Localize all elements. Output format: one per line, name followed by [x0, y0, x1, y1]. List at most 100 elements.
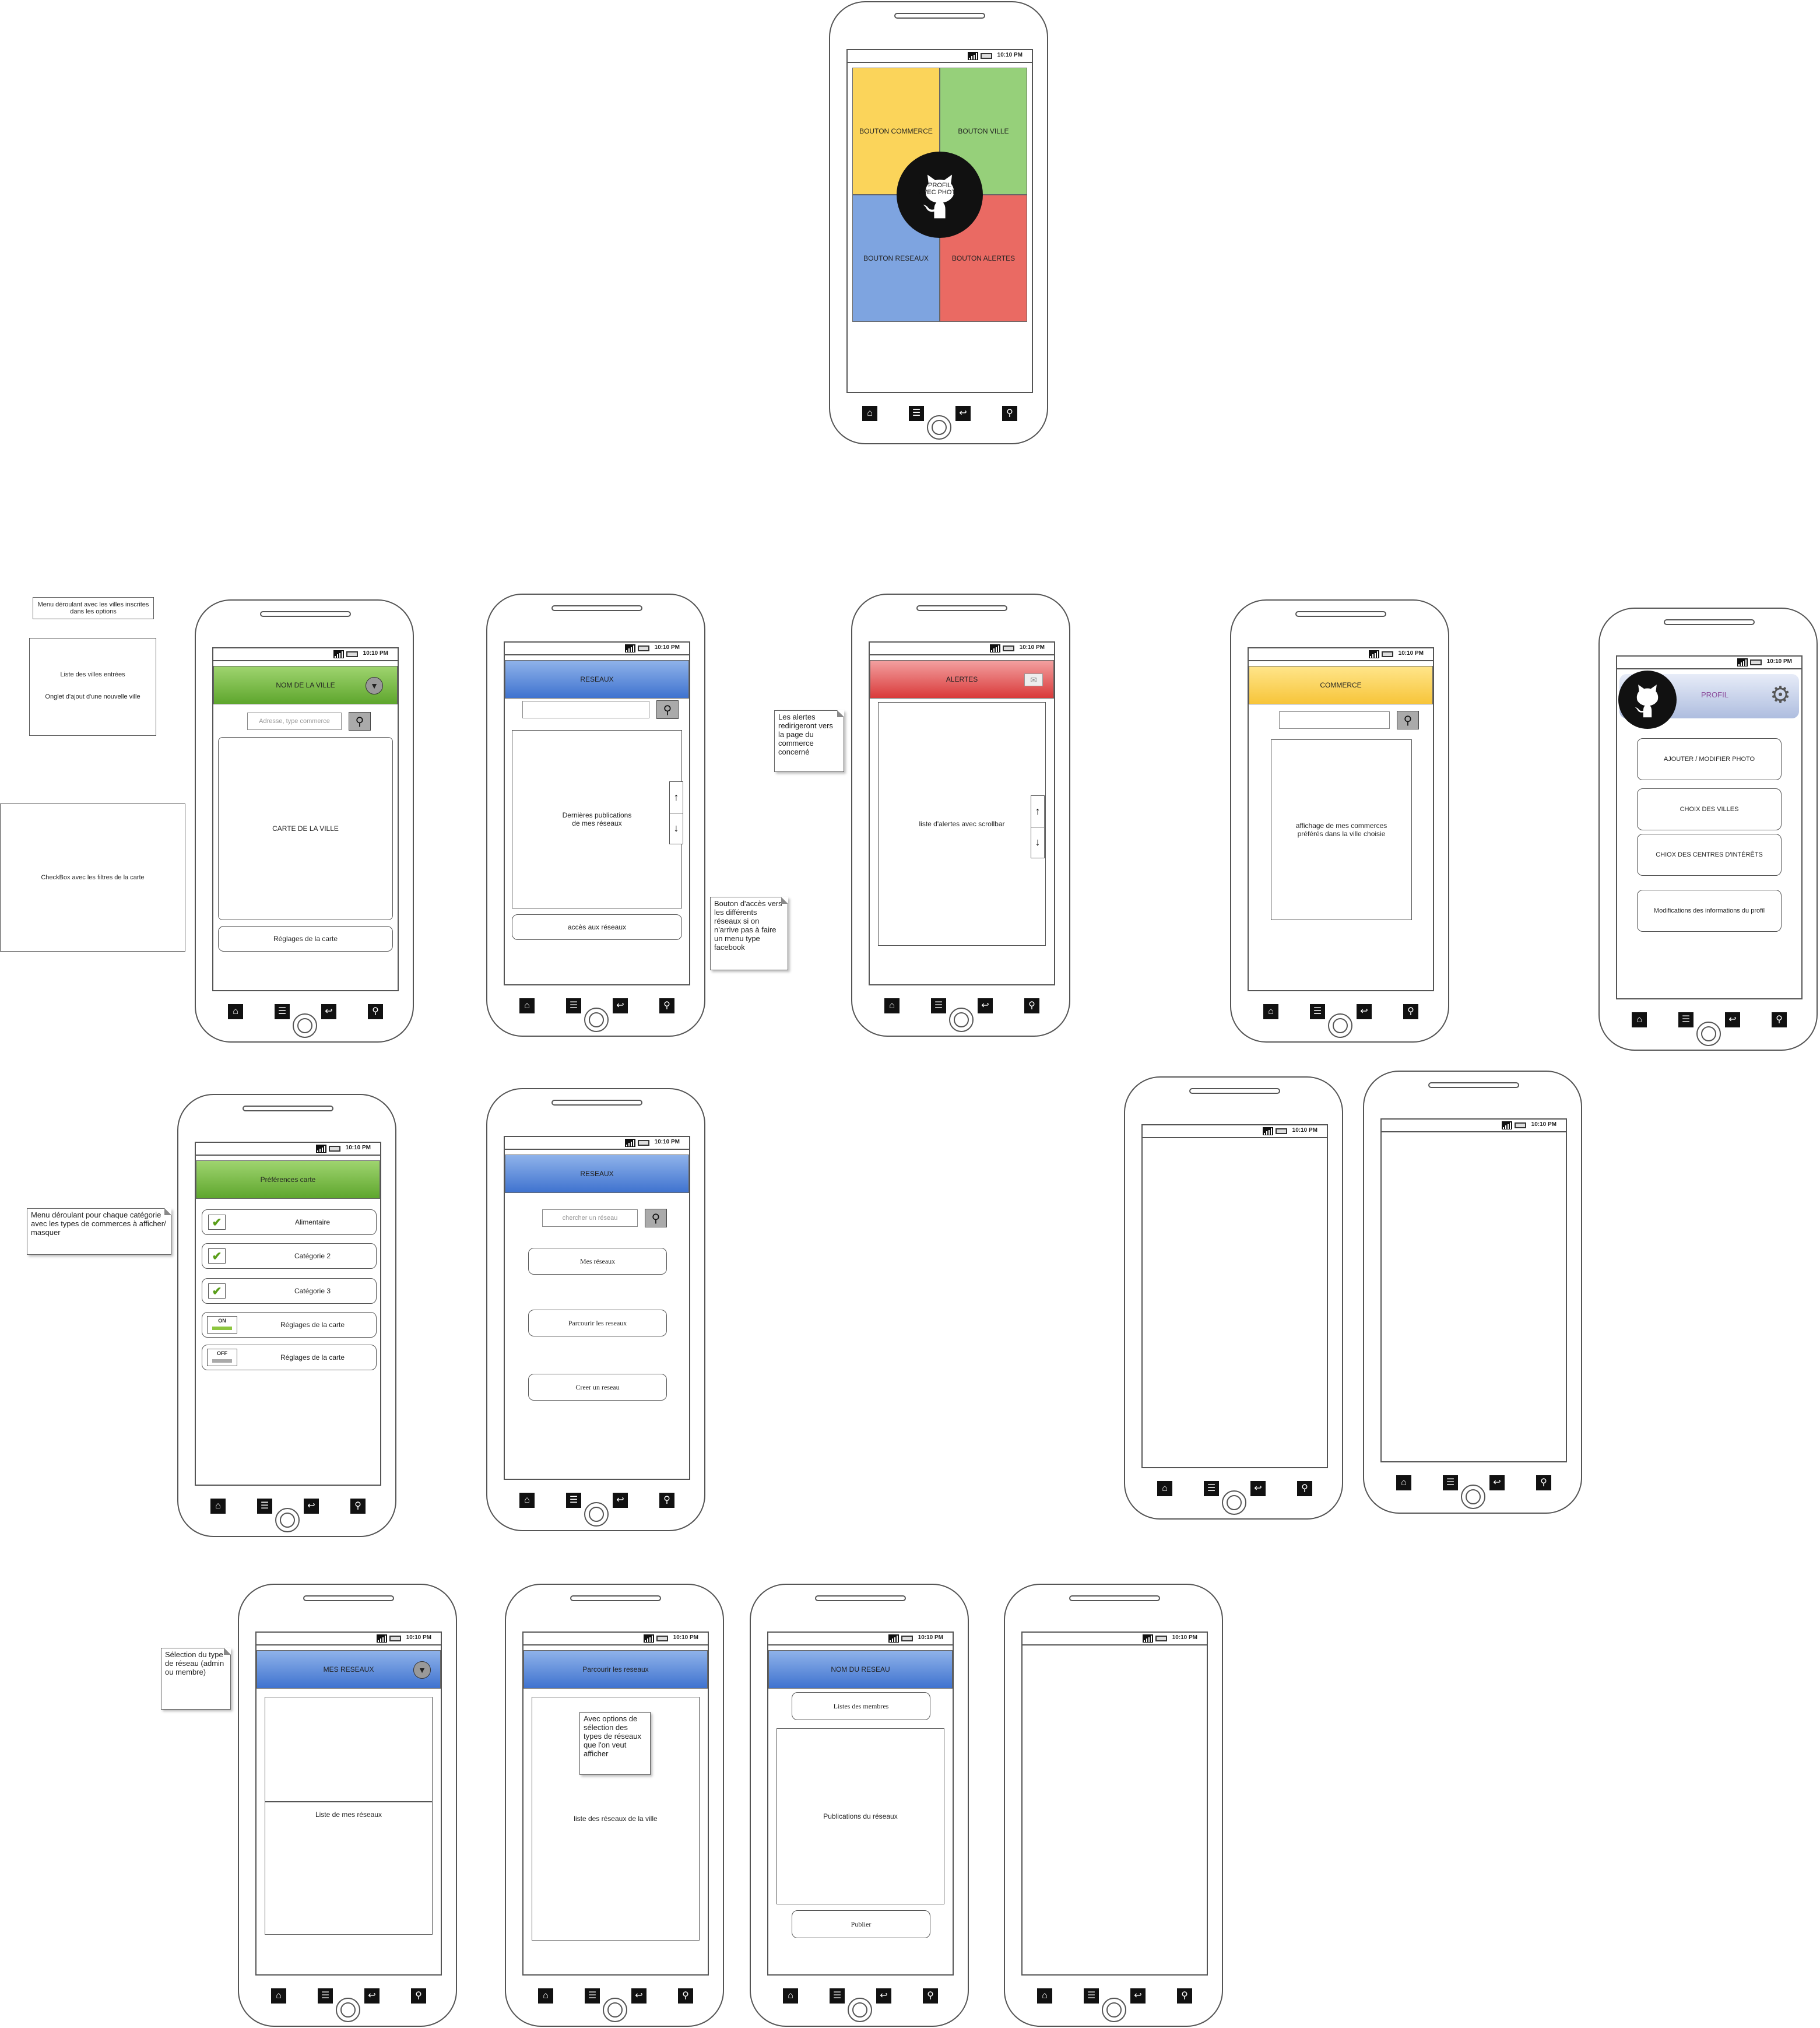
- map-settings-button[interactable]: Réglages de la carte: [218, 926, 393, 952]
- search-icon[interactable]: ⚲: [659, 1493, 674, 1508]
- home-icon[interactable]: ⌂: [538, 1988, 553, 2004]
- search-icon[interactable]: ⚲: [1024, 998, 1039, 1013]
- menu-icon[interactable]: ☰: [1443, 1475, 1458, 1490]
- home-button[interactable]: [848, 1998, 872, 2022]
- back-icon[interactable]: ↩: [876, 1988, 891, 2004]
- home-icon[interactable]: ⌂: [519, 998, 535, 1013]
- toggle-off[interactable]: OFF: [207, 1349, 237, 1366]
- search-icon[interactable]: ⚲: [1002, 406, 1017, 421]
- preference-row[interactable]: OFF Réglages de la carte: [202, 1345, 377, 1370]
- home-button[interactable]: [275, 1508, 300, 1532]
- back-icon[interactable]: ↩: [631, 1988, 647, 2004]
- home-button[interactable]: [1222, 1490, 1246, 1515]
- search-icon[interactable]: ⚲: [659, 998, 674, 1013]
- preference-row[interactable]: ON Réglages de la carte: [202, 1312, 377, 1338]
- commerce-search-input[interactable]: [1279, 711, 1390, 729]
- profile-photo[interactable]: [1618, 671, 1677, 729]
- search-icon[interactable]: ⚲: [645, 1209, 667, 1227]
- menu-icon[interactable]: ☰: [931, 998, 946, 1013]
- back-icon[interactable]: ↩: [1250, 1481, 1266, 1496]
- arrow-down-icon[interactable]: ↓: [670, 812, 683, 844]
- home-button[interactable]: [584, 1502, 609, 1527]
- profil-button-4[interactable]: Modifications des informations du profil: [1637, 890, 1782, 932]
- home-icon[interactable]: ⌂: [862, 406, 877, 421]
- back-icon[interactable]: ↩: [1357, 1004, 1372, 1019]
- mail-icon[interactable]: ✉: [1024, 673, 1043, 686]
- menu-icon[interactable]: ☰: [1310, 1004, 1325, 1019]
- home-icon[interactable]: ⌂: [783, 1988, 798, 2004]
- search-icon[interactable]: ⚲: [678, 1988, 693, 2004]
- menu-icon[interactable]: ☰: [275, 1004, 290, 1019]
- search-icon[interactable]: ⚲: [1403, 1004, 1418, 1019]
- menu-icon[interactable]: ☰: [566, 1493, 581, 1508]
- menu-icon[interactable]: ☰: [1204, 1481, 1219, 1496]
- home-button[interactable]: [584, 1008, 609, 1032]
- back-icon[interactable]: ↩: [321, 1004, 336, 1019]
- arrow-up-icon[interactable]: ↑: [1031, 796, 1044, 827]
- back-icon[interactable]: ↩: [1489, 1475, 1505, 1490]
- checkbox-checked-icon[interactable]: ✔: [208, 1248, 226, 1264]
- home-icon[interactable]: ⌂: [210, 1499, 226, 1514]
- preference-row[interactable]: ✔ Alimentaire: [202, 1209, 377, 1235]
- checkbox-checked-icon[interactable]: ✔: [208, 1215, 226, 1230]
- home-icon[interactable]: ⌂: [1396, 1475, 1411, 1490]
- back-icon[interactable]: ↩: [955, 406, 971, 421]
- menu-icon[interactable]: ☰: [1084, 1988, 1099, 2004]
- home-icon[interactable]: ⌂: [1263, 1004, 1278, 1019]
- back-icon[interactable]: ↩: [613, 998, 628, 1013]
- profil-button-3[interactable]: CHIOX DES CENTRES D'INTÉRÊTS: [1637, 834, 1782, 876]
- home-button[interactable]: [603, 1998, 627, 2022]
- menu-icon[interactable]: ☰: [1678, 1012, 1693, 1027]
- home-button[interactable]: [293, 1013, 317, 1038]
- preference-row[interactable]: ✔ Catégorie 3: [202, 1278, 377, 1304]
- back-icon[interactable]: ↩: [978, 998, 993, 1013]
- arrow-up-icon[interactable]: ↑: [670, 782, 683, 813]
- profil-button-1[interactable]: AJOUTER / MODIFIER PHOTO: [1637, 738, 1782, 780]
- search-icon[interactable]: ⚲: [350, 1499, 366, 1514]
- home-button[interactable]: [1696, 1022, 1721, 1046]
- publish-button[interactable]: Publier: [792, 1910, 930, 1938]
- search-icon[interactable]: ⚲: [411, 1988, 426, 2004]
- search-icon[interactable]: ⚲: [656, 700, 679, 719]
- home-button[interactable]: [949, 1008, 974, 1032]
- home-button[interactable]: [1102, 1998, 1126, 2022]
- search-icon[interactable]: ⚲: [368, 1004, 383, 1019]
- search-icon[interactable]: ⚲: [349, 712, 371, 731]
- search-icon[interactable]: ⚲: [923, 1988, 938, 2004]
- back-icon[interactable]: ↩: [1130, 1988, 1146, 2004]
- search-icon[interactable]: ⚲: [1177, 1988, 1192, 2004]
- dropdown-icon[interactable]: ▼: [366, 677, 383, 694]
- access-reseaux-button[interactable]: accès aux réseaux: [512, 914, 682, 940]
- home-icon[interactable]: ⌂: [884, 998, 900, 1013]
- arrow-down-icon[interactable]: ↓: [1031, 826, 1044, 858]
- home-icon[interactable]: ⌂: [1037, 1988, 1052, 2004]
- home-icon[interactable]: ⌂: [1632, 1012, 1647, 1027]
- home-button[interactable]: [336, 1998, 360, 2022]
- scrollbar[interactable]: ↑ ↓: [669, 781, 683, 844]
- menu-icon[interactable]: ☰: [909, 406, 924, 421]
- members-button[interactable]: Listes des membres: [792, 1692, 930, 1720]
- menu-icon[interactable]: ☰: [257, 1499, 272, 1514]
- back-icon[interactable]: ↩: [364, 1988, 380, 2004]
- network-search-input[interactable]: chercher un réseau: [542, 1209, 638, 1227]
- menu-icon[interactable]: ☰: [566, 998, 581, 1013]
- dropdown-icon[interactable]: ▼: [413, 1661, 431, 1679]
- reseaux-menu-button-2[interactable]: Parcourir les reseaux: [528, 1310, 667, 1336]
- search-icon[interactable]: ⚲: [1397, 711, 1419, 729]
- home-button[interactable]: [927, 415, 951, 440]
- gear-icon[interactable]: ⚙: [1770, 683, 1791, 707]
- menu-icon[interactable]: ☰: [585, 1988, 600, 2004]
- profil-button-2[interactable]: CHOIX DES VILLES: [1637, 788, 1782, 830]
- search-icon[interactable]: ⚲: [1536, 1475, 1551, 1490]
- address-search-input[interactable]: Adresse, type commerce: [247, 713, 342, 730]
- home-button[interactable]: [1461, 1485, 1485, 1509]
- reseaux-menu-button-1[interactable]: Mes réseaux: [528, 1248, 667, 1275]
- preference-row[interactable]: ✔ Catégorie 2: [202, 1243, 377, 1269]
- home-icon[interactable]: ⌂: [519, 1493, 535, 1508]
- home-icon[interactable]: ⌂: [228, 1004, 243, 1019]
- search-icon[interactable]: ⚲: [1772, 1012, 1787, 1027]
- home-button[interactable]: [1328, 1013, 1352, 1038]
- back-icon[interactable]: ↩: [613, 1493, 628, 1508]
- back-icon[interactable]: ↩: [1725, 1012, 1740, 1027]
- menu-icon[interactable]: ☰: [830, 1988, 845, 2004]
